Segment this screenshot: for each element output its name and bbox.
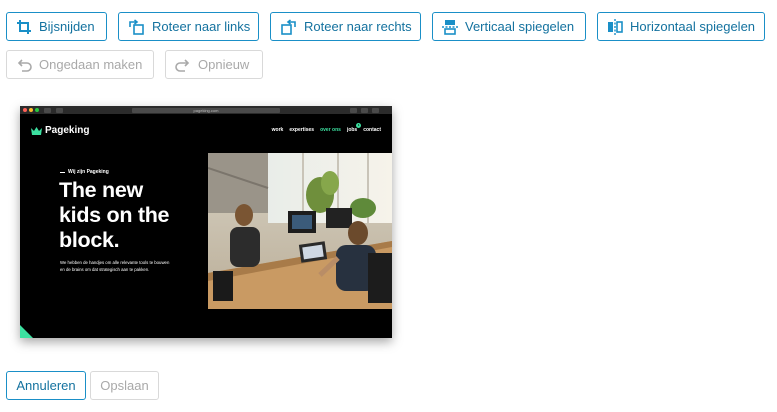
crown-icon (31, 126, 42, 135)
rotate-left-label: Roteer naar links (152, 19, 251, 34)
undo-label: Ongedaan maken (39, 57, 143, 72)
sidebar-toggle-icon (44, 107, 51, 113)
nav-arrows-icon (56, 107, 63, 113)
nav-work: work (271, 127, 284, 133)
rotate-right-button[interactable]: Roteer naar rechts (270, 12, 421, 41)
cancel-button[interactable]: Annuleren (6, 371, 86, 400)
site-logo: Pageking (31, 125, 89, 136)
flip-vertical-button[interactable]: Verticaal spiegelen (432, 12, 586, 41)
rotate-right-icon (281, 18, 296, 35)
cancel-label: Annuleren (16, 378, 76, 393)
crop-label: Bijsnijden (39, 19, 95, 34)
save-button[interactable]: Opslaan (90, 371, 159, 400)
nav-expertises: expertises (289, 127, 315, 133)
rotate-right-label: Roteer naar rechts (304, 19, 412, 34)
flip-horizontal-button[interactable]: Horizontaal spiegelen (597, 12, 765, 41)
tabs-icon (361, 107, 368, 113)
nav-over-ons: over ons (320, 127, 341, 133)
new-tab-icon (372, 107, 379, 113)
save-label: Opslaan (100, 378, 149, 393)
image-preview: pageking.com Pageking work expertises ov… (20, 106, 392, 338)
nav-jobs: jobs 1 (346, 123, 362, 133)
site-nav: work expertises over ons jobs 1 contact (271, 123, 381, 133)
brand-name: Pageking (45, 125, 90, 136)
address-url: pageking.com (193, 107, 219, 113)
flip-horizontal-icon (608, 18, 623, 35)
address-bar: pageking.com (132, 107, 280, 113)
redo-button[interactable]: Opnieuw (165, 50, 263, 79)
nav-jobs-label: jobs (346, 127, 358, 133)
hero-subtext: We hebben de handjes om alle relevante t… (60, 260, 170, 272)
undo-icon (17, 58, 32, 72)
share-icon (350, 107, 357, 113)
office-photo (208, 153, 392, 309)
eyebrow-text: Wij zijn Pageking (68, 169, 109, 175)
crop-button[interactable]: Bijsnijden (6, 12, 107, 41)
flip-horizontal-label: Horizontaal spiegelen (630, 19, 756, 34)
maximize-dot-icon (35, 108, 39, 112)
flip-vertical-label: Verticaal spiegelen (465, 19, 575, 34)
rotate-left-button[interactable]: Roteer naar links (118, 12, 259, 41)
browser-chrome: pageking.com (20, 106, 392, 114)
crop-icon (17, 19, 31, 34)
undo-button[interactable]: Ongedaan maken (6, 50, 154, 79)
hero-headline: The new kids on the block. (59, 178, 170, 252)
close-dot-icon (23, 108, 27, 112)
redo-label: Opnieuw (198, 57, 250, 72)
eyebrow: Wij zijn Pageking (60, 169, 109, 175)
nav-contact: contact (363, 127, 381, 133)
flip-vertical-icon (442, 19, 458, 35)
minimize-dot-icon (29, 108, 33, 112)
jobs-badge: 1 (356, 123, 362, 128)
rotate-left-icon (129, 18, 144, 35)
dash-icon (60, 171, 65, 173)
redo-icon (175, 58, 190, 72)
corner-accent (20, 325, 33, 338)
